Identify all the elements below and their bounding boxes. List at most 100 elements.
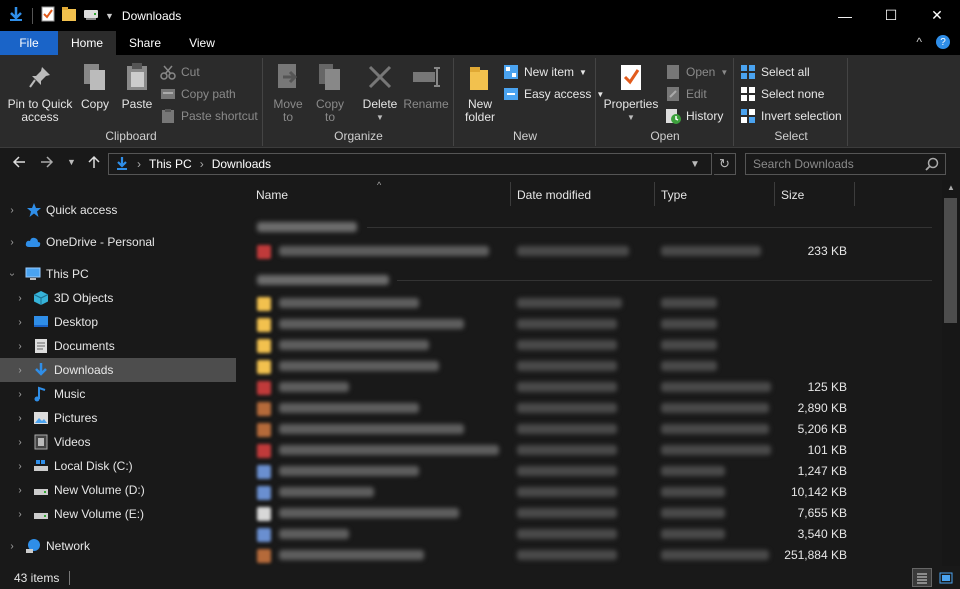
table-row[interactable] — [237, 356, 942, 377]
forward-arrow-icon[interactable] — [40, 155, 54, 172]
nav-item-onedrive[interactable]: › OneDrive - Personal — [0, 230, 236, 254]
table-row[interactable]: 125 KB — [237, 377, 942, 398]
edit-button[interactable]: Edit — [665, 84, 707, 104]
nav-item-new-volume-e[interactable]: › New Volume (E:) — [0, 502, 236, 526]
scroll-up-arrow-icon[interactable]: ▲ — [947, 183, 955, 192]
expand-chevron-icon[interactable]: › — [7, 541, 17, 552]
expand-chevron-icon[interactable]: › — [15, 413, 25, 424]
collapse-ribbon-icon[interactable]: ^ — [916, 35, 922, 49]
column-divider[interactable] — [774, 182, 775, 206]
table-row[interactable]: 1,247 KB — [237, 461, 942, 482]
maximize-button[interactable]: ☐ — [868, 0, 914, 31]
column-header-size[interactable]: Size — [781, 182, 804, 208]
copy-to-button[interactable]: Copy to — [312, 60, 348, 124]
tab-home[interactable]: Home — [58, 31, 116, 55]
search-icon[interactable] — [925, 157, 939, 174]
nav-item-videos[interactable]: › Videos — [0, 430, 236, 454]
close-button[interactable]: ✕ — [914, 0, 960, 31]
nav-item-local-disk-c[interactable]: › Local Disk (C:) — [0, 454, 236, 478]
recent-locations-chevron-icon[interactable]: ▼ — [67, 157, 76, 167]
expand-chevron-icon[interactable]: › — [7, 237, 17, 248]
table-row[interactable]: 251,884 KB — [237, 545, 942, 566]
column-divider[interactable] — [654, 182, 655, 206]
column-header-name[interactable]: Name — [256, 182, 288, 208]
up-arrow-icon[interactable] — [87, 155, 101, 172]
expand-chevron-icon[interactable]: › — [15, 461, 25, 472]
move-to-button[interactable]: Move to — [270, 60, 306, 124]
help-icon[interactable]: ? — [936, 35, 950, 49]
nav-item-documents[interactable]: › Documents — [0, 334, 236, 358]
rename-button[interactable]: Rename — [403, 60, 449, 111]
copy-button[interactable]: Copy — [78, 60, 112, 111]
table-row[interactable] — [237, 335, 942, 356]
table-row[interactable]: 3,540 KB — [237, 524, 942, 545]
table-row[interactable]: 2,890 KB — [237, 398, 942, 419]
table-row[interactable]: 10,142 KB — [237, 482, 942, 503]
select-all-button[interactable]: Select all — [740, 62, 810, 82]
table-row[interactable] — [237, 293, 942, 314]
nav-item-desktop[interactable]: › Desktop — [0, 310, 236, 334]
table-row[interactable]: 233 KB — [237, 241, 942, 262]
paste-button[interactable]: Paste — [118, 60, 156, 111]
large-icons-view-button[interactable] — [936, 568, 956, 587]
delete-button[interactable]: Delete ▼ — [360, 60, 400, 124]
nav-item-downloads[interactable]: › Downloads — [0, 358, 236, 382]
nav-item-quick-access[interactable]: › Quick access — [0, 198, 236, 222]
customize-toolbar-chevron-icon[interactable]: ▼ — [105, 11, 114, 21]
table-row[interactable]: 7,655 KB — [237, 503, 942, 524]
refresh-button[interactable]: ↻ — [714, 153, 736, 175]
select-none-button[interactable]: Select none — [740, 84, 824, 104]
expand-chevron-icon[interactable]: › — [15, 365, 25, 376]
cut-button[interactable]: Cut — [160, 62, 200, 82]
copy-path-button[interactable]: Copy path — [160, 84, 236, 104]
column-header-date[interactable]: Date modified — [517, 182, 591, 208]
nav-item-this-pc[interactable]: › This PC — [0, 262, 236, 286]
expand-chevron-icon[interactable]: › — [15, 389, 25, 400]
expand-chevron-icon[interactable]: › — [15, 317, 25, 328]
scrollbar-thumb[interactable] — [944, 198, 957, 323]
tab-view[interactable]: View — [174, 31, 230, 55]
breadcrumb-downloads[interactable]: Downloads — [212, 157, 271, 171]
column-divider[interactable] — [510, 182, 511, 206]
back-arrow-icon[interactable] — [12, 155, 26, 172]
paste-shortcut-button[interactable]: Paste shortcut — [160, 106, 258, 126]
nav-item-network[interactable]: › Network — [0, 534, 236, 558]
delete-dropdown-icon[interactable]: ▼ — [376, 111, 384, 124]
easy-access-button[interactable]: Easy access ▼ — [503, 84, 604, 104]
new-folder-icon[interactable] — [61, 6, 77, 25]
expand-chevron-icon[interactable]: › — [15, 293, 25, 304]
tab-share[interactable]: Share — [116, 31, 174, 55]
collapse-chevron-icon[interactable]: › — [7, 269, 18, 279]
breadcrumb-separator[interactable]: › — [137, 157, 141, 171]
expand-chevron-icon[interactable]: › — [15, 485, 25, 496]
nav-item-3d-objects[interactable]: › 3D Objects — [0, 286, 236, 310]
table-row[interactable] — [237, 314, 942, 335]
minimize-button[interactable]: — — [822, 0, 868, 31]
invert-selection-button[interactable]: Invert selection — [740, 106, 842, 126]
column-header-type[interactable]: Type — [661, 182, 687, 208]
history-button[interactable]: History — [665, 106, 723, 126]
nav-item-pictures[interactable]: › Pictures — [0, 406, 236, 430]
vertical-scrollbar[interactable]: ▲ — [942, 180, 960, 566]
expand-chevron-icon[interactable]: › — [7, 205, 17, 216]
expand-chevron-icon[interactable]: › — [15, 509, 25, 520]
nav-item-new-volume-d[interactable]: › New Volume (D:) — [0, 478, 236, 502]
pin-to-quick-access-button[interactable]: Pin to Quick access — [6, 60, 74, 124]
search-input[interactable]: Search Downloads — [745, 153, 946, 175]
breadcrumb-this-pc[interactable]: This PC — [149, 157, 192, 171]
nav-item-music[interactable]: › Music — [0, 382, 236, 406]
table-row[interactable]: 101 KB — [237, 440, 942, 461]
properties-dropdown-icon[interactable]: ▼ — [627, 111, 635, 124]
breadcrumb-separator[interactable]: › — [200, 157, 204, 171]
open-button[interactable]: Open ▼ — [665, 62, 728, 82]
table-row[interactable]: 5,206 KB — [237, 419, 942, 440]
expand-chevron-icon[interactable]: › — [15, 341, 25, 352]
address-history-chevron-icon[interactable]: ▼ — [690, 159, 700, 170]
tab-file[interactable]: File — [0, 31, 58, 55]
details-view-button[interactable] — [912, 568, 932, 587]
expand-chevron-icon[interactable]: › — [15, 437, 25, 448]
properties-check-icon[interactable] — [41, 6, 55, 25]
drive-icon[interactable] — [83, 6, 99, 25]
new-item-button[interactable]: New item ▼ — [503, 62, 587, 82]
new-folder-button[interactable]: New folder — [459, 60, 501, 124]
